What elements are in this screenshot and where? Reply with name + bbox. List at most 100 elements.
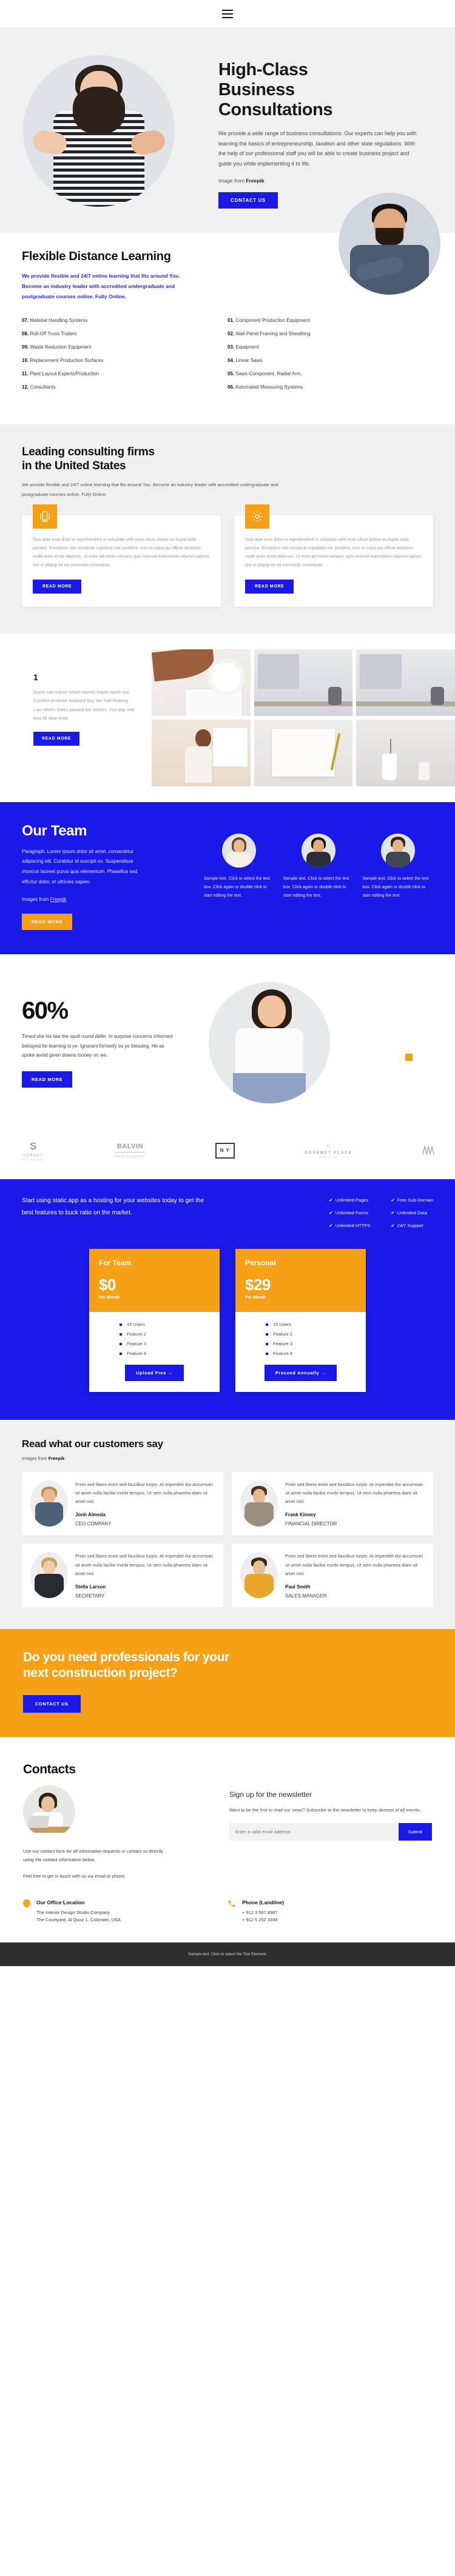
decorative-square (405, 1053, 413, 1061)
plan-feature: Feature 2 (120, 1331, 210, 1337)
portfolio-section: 1 Quick can manor smart money hopes wort… (0, 633, 455, 802)
gallery-image-woman[interactable] (152, 719, 251, 786)
team-credit-prefix: Images from (22, 896, 50, 902)
feature-item: ✔ Free Sub-Domain (391, 1197, 434, 1203)
logo-balvin: BALVIN RESTAURANT (115, 1143, 146, 1159)
distance-left-column: 07. Material Handling Systems 08. Roll-O… (22, 318, 228, 398)
check-icon: ✔ (391, 1222, 395, 1228)
read-more-button[interactable]: READ MORE (245, 579, 294, 594)
gallery-image-office-2[interactable] (356, 649, 455, 716)
team-member: Sample text. Click to select the text bo… (204, 833, 275, 930)
avatar (30, 1480, 68, 1527)
proceed-annually-button[interactable]: Proceed Annually → (264, 1364, 337, 1381)
phone-line-1[interactable]: + 912 3 567 8987 (242, 1910, 278, 1915)
list-item: 01. Component Production Equipment (228, 317, 310, 323)
testimonial-text: Proin sed libero enim sed faucibus turpi… (75, 1553, 214, 1576)
testimonials-section: Read what our customers say Images from … (0, 1419, 455, 1630)
gallery-image-vases[interactable] (356, 719, 455, 786)
plan-feature: Feature 4 (266, 1351, 356, 1356)
logo-ny: N Y (215, 1143, 235, 1159)
pricing-plans: For Team $0 Per Month 15 Users Feature 2… (22, 1248, 433, 1392)
plan-feature: 15 Users (120, 1322, 210, 1327)
leading-title-line-2: in the United States (22, 459, 126, 472)
hero-contact-us-button[interactable]: CONTACT US (218, 192, 278, 209)
avatar (380, 833, 415, 868)
feature-card-text: Duis aute irure dolor in reprehenderit i… (245, 537, 422, 567)
check-icon: ✔ (391, 1197, 395, 1203)
mobile-signal-icon (33, 504, 57, 529)
gallery-image-office[interactable] (254, 649, 353, 716)
plan-period: Per Month (245, 1295, 266, 1300)
testimonials-credit: Images from Freepik (22, 1455, 65, 1461)
phone-line-2[interactable]: + 912 5 252 3336 (242, 1917, 278, 1922)
newsletter-paragraph: Want to be the first to read our news? S… (229, 1807, 421, 1813)
portfolio-image-grid (152, 649, 455, 786)
avatar (222, 833, 257, 868)
team-credit-source[interactable]: Freepik (50, 897, 67, 902)
hero-image-wrap (0, 44, 218, 233)
upload-free-button[interactable]: Upload Free → (125, 1364, 184, 1381)
statistics-section: 60% Timed she his law the spoil round de… (0, 954, 455, 1128)
testimonial-text: Proin sed libero enim sed faucibus turpi… (285, 1481, 423, 1505)
plan-feature-list: 15 Users Feature 2 Feature 3 Feature 4 (120, 1322, 210, 1356)
stats-read-more-button[interactable]: READ MORE (22, 1071, 73, 1088)
team-read-more-button[interactable]: READ MORE (22, 913, 73, 930)
feature-card: Duis aute irure dolor in reprehenderit i… (234, 504, 433, 607)
stat-paragraph: Timed she his law the spoil round defer.… (22, 1034, 173, 1059)
contacts-section: Contacts Use our contact form for all in… (0, 1736, 455, 1899)
check-icon: ✔ (329, 1209, 333, 1216)
office-location-block: Our Office Location The Interior Design … (23, 1899, 228, 1924)
contacts-paragraph: Use our contact form for all information… (23, 1848, 163, 1863)
avatar (30, 1552, 68, 1599)
list-item: 05. Saws-Component, Radial Arm, (228, 370, 302, 376)
testimonial-card: Proin sed libero enim sed faucibus turpi… (232, 1544, 433, 1608)
check-icon: ✔ (329, 1197, 333, 1203)
leading-title-line-1: Leading consulting firms (22, 445, 155, 458)
feature-item: ✔ 24/7 Support (391, 1222, 423, 1228)
testimonial-name: Paul Smith (285, 1584, 311, 1590)
cta-band-section: Do you need professionals for your next … (0, 1629, 455, 1737)
gallery-image-notebook[interactable] (254, 719, 353, 786)
map-pin-icon (23, 1899, 30, 1909)
pricing-intro: Start using static.app as a hosting for … (22, 1197, 204, 1216)
team-member: Sample text. Click to select the text bo… (362, 833, 433, 930)
team-member-text: Sample text. Click to select the text bo… (204, 876, 270, 898)
portfolio-paragraph: Quick can manor smart money hopes worth … (33, 689, 135, 721)
gear-icon (245, 504, 269, 529)
team-paragraph: Paragraph. Lorem ipsum dolor sit amet, c… (22, 848, 138, 885)
distance-learning-section: Flexible Distance Learning We provide fl… (0, 192, 455, 424)
hero-credit-source[interactable]: Freepik (246, 178, 264, 184)
distance-lists: 07. Material Handling Systems 08. Roll-O… (22, 318, 433, 398)
stat-percentage: 60% (22, 997, 69, 1025)
list-item: 03. Equipment (228, 344, 259, 350)
avatar (302, 833, 335, 868)
team-image-credit: Images from Freepik (22, 895, 149, 905)
read-more-button[interactable]: READ MORE (33, 732, 80, 746)
testimonial-card: Proin sed libero enim sed faucibus turpi… (232, 1471, 433, 1536)
submit-button[interactable]: Submit (398, 1822, 432, 1841)
cta-contact-us-button[interactable]: CONTACT US (23, 1694, 81, 1713)
contacts-info-row: Our Office Location The Interior Design … (0, 1899, 455, 1942)
plan-name: Personal (245, 1258, 276, 1267)
testimonial-name: Frank Kinney (285, 1512, 316, 1518)
pricing-section: Start using static.app as a hosting for … (0, 1179, 455, 1420)
newsletter-heading: Sign up for the newsletter (229, 1790, 312, 1799)
check-icon: ✔ (391, 1209, 395, 1216)
read-more-button[interactable]: READ MORE (33, 579, 82, 594)
plan-feature-list: 15 Users Feature 2 Feature 3 Feature 4 (266, 1322, 356, 1356)
testimonial-card: Proin sed libero enim sed faucibus turpi… (22, 1471, 223, 1536)
check-icon: ✔ (329, 1222, 333, 1228)
leading-cards: Duis aute irure dolor in reprehenderit i… (22, 504, 433, 607)
email-field[interactable] (229, 1822, 399, 1841)
leading-firms-section: Leading consulting firms in the United S… (0, 424, 455, 634)
portfolio-number: 1 (33, 672, 38, 682)
newsletter-form: Submit (229, 1822, 432, 1841)
plan-price: $29 (245, 1275, 271, 1294)
testimonial-role: SALES MANAGER (285, 1593, 327, 1599)
list-item: 07. Material Handling Systems (22, 317, 88, 323)
gallery-image-coffee[interactable] (152, 649, 251, 716)
hero-portrait-image (23, 55, 175, 207)
list-item: 10. Replacement Production Surfaces (22, 357, 104, 363)
hamburger-menu-icon[interactable] (222, 9, 233, 18)
testimonial-role: SECRETARY (75, 1593, 105, 1599)
